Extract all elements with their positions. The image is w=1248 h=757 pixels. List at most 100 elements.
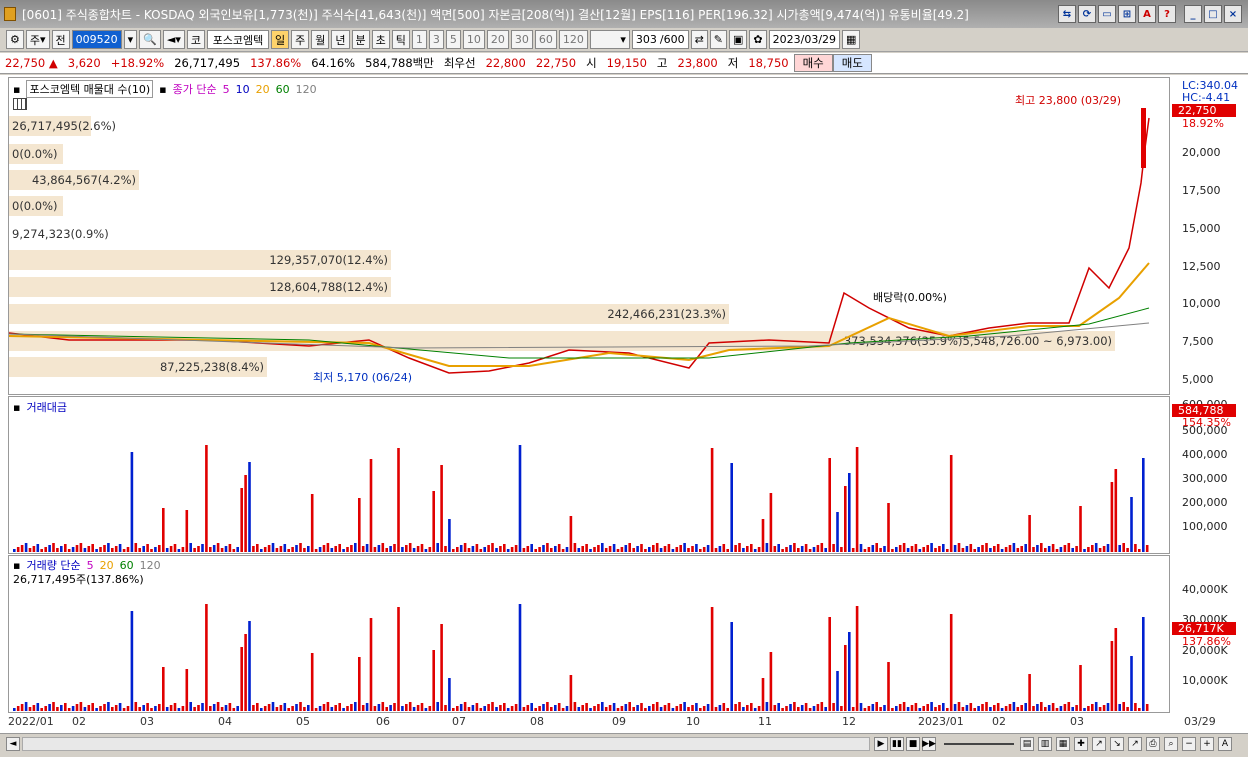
volume-bar xyxy=(314,708,318,711)
trade-value-pane[interactable]: ▪ 거래대금 xyxy=(8,396,1170,554)
prev-button[interactable]: 전 xyxy=(51,30,70,49)
value-bar xyxy=(824,548,827,552)
tab-second[interactable]: 초 xyxy=(371,30,390,49)
volume-bar xyxy=(20,704,24,711)
scroll-left-icon[interactable]: ◄ xyxy=(6,737,20,751)
stock-name[interactable]: 포스코엠텍 xyxy=(207,30,269,49)
layout-icon-3[interactable]: ▦ xyxy=(1056,737,1070,751)
trend-icon-2[interactable]: ↘ xyxy=(1110,737,1124,751)
trend-icon-3[interactable]: ↗ xyxy=(1128,737,1142,751)
pin-icon[interactable]: ⊞ xyxy=(1118,5,1136,23)
tab-week[interactable]: 주 xyxy=(291,30,310,49)
value-bar xyxy=(483,547,486,552)
print-icon[interactable]: ⎙ xyxy=(1146,737,1160,751)
value-bar xyxy=(800,546,804,552)
period-select[interactable]: 주 ▾ xyxy=(25,30,50,49)
scrollbar-track[interactable] xyxy=(22,737,870,751)
buy-button[interactable]: 매수 xyxy=(793,54,833,72)
value-bar xyxy=(820,543,824,552)
maximize-icon[interactable]: □ xyxy=(1204,5,1222,23)
value-bar xyxy=(1102,546,1106,552)
volume-bar xyxy=(663,705,667,711)
volume-bar xyxy=(773,705,777,711)
stock-code-input[interactable]: 009520 xyxy=(71,30,122,49)
volume-bar xyxy=(742,707,745,711)
value-bar xyxy=(565,547,569,552)
settings-icon[interactable]: ⚙ xyxy=(6,30,24,49)
dropdown-icon[interactable]: ▾ xyxy=(123,30,138,49)
layout-icon-2[interactable]: ▥ xyxy=(1038,737,1052,751)
zoom-in-icon[interactable]: + xyxy=(1200,737,1214,751)
sell-button[interactable]: 매도 xyxy=(832,54,872,72)
pause-icon[interactable]: ▮▮ xyxy=(890,737,904,751)
link-icon[interactable]: ⇆ xyxy=(1058,5,1076,23)
compare-icon[interactable]: ✎ xyxy=(709,30,728,49)
volume-bar xyxy=(267,704,271,711)
chart-icon[interactable]: ⇄ xyxy=(690,30,708,49)
volume-bar xyxy=(612,703,616,711)
save-icon[interactable]: ▣ xyxy=(729,30,748,49)
value-bar xyxy=(475,544,479,552)
date-input[interactable]: 2023/03/29 xyxy=(768,30,841,49)
value-bar xyxy=(142,546,145,552)
help-icon[interactable]: ? xyxy=(1158,5,1176,23)
fast-forward-icon[interactable]: ▶▶ xyxy=(922,737,936,751)
calendar-icon[interactable]: ▦ xyxy=(842,30,861,49)
minute-10[interactable]: 10 xyxy=(462,30,485,49)
custom-period-select[interactable]: ▾ xyxy=(589,30,630,49)
window-icon[interactable]: ▭ xyxy=(1098,5,1116,23)
tab-month[interactable]: 월 xyxy=(311,30,330,49)
minute-5[interactable]: 5 xyxy=(445,30,461,49)
font-icon[interactable]: A xyxy=(1138,5,1156,23)
trade-value-chart[interactable] xyxy=(9,397,1169,553)
value-bar xyxy=(510,547,514,552)
volume-pane[interactable]: ▪ 거래량 단순 5 20 60 120 26,717,495주(137.86%… xyxy=(8,555,1170,713)
value-bar xyxy=(424,549,428,552)
minute-1[interactable]: 1 xyxy=(411,30,427,49)
volume-bar xyxy=(781,708,784,711)
value-bar xyxy=(1020,546,1023,552)
volume-chart[interactable] xyxy=(9,556,1169,712)
value-bar xyxy=(263,547,267,552)
zoom-out-icon[interactable]: − xyxy=(1182,737,1196,751)
minimize-icon[interactable]: _ xyxy=(1184,5,1202,23)
price-chart[interactable] xyxy=(9,78,1169,394)
value-bar xyxy=(287,549,290,552)
tab-day[interactable]: 일 xyxy=(271,30,290,49)
tab-year[interactable]: 년 xyxy=(331,30,350,49)
volume-bar xyxy=(114,705,118,711)
volume-bar xyxy=(977,706,980,711)
price-pane[interactable]: ▪ 포스코엠텍 매물대 수(10) ▪ 종가 단순 5 10 20 60 120… xyxy=(8,77,1170,395)
tab-minute[interactable]: 분 xyxy=(351,30,370,49)
volume-bar xyxy=(165,707,169,711)
minute-20[interactable]: 20 xyxy=(486,30,509,49)
close-icon[interactable]: × xyxy=(1224,5,1242,23)
volume-bar xyxy=(48,704,51,711)
value-bar xyxy=(487,545,490,552)
play-icon[interactable]: ▶ xyxy=(874,737,888,751)
minute-60[interactable]: 60 xyxy=(534,30,557,49)
zoom-icon[interactable]: ⌕ xyxy=(1164,737,1178,751)
count-input[interactable]: 303/600 xyxy=(631,30,689,49)
value-bar xyxy=(585,544,588,552)
best-ask: 22,800 xyxy=(485,56,526,70)
minute-3[interactable]: 3 xyxy=(428,30,444,49)
volume-bar xyxy=(926,704,929,711)
stop-icon[interactable]: ■ xyxy=(906,737,920,751)
volume-bar xyxy=(1126,707,1129,711)
volume-bar xyxy=(804,703,808,711)
refresh-icon[interactable]: ⟳ xyxy=(1078,5,1096,23)
minute-30[interactable]: 30 xyxy=(510,30,533,49)
speaker-icon[interactable]: ◄▾ xyxy=(162,30,185,49)
trend-icon-1[interactable]: ↗ xyxy=(1092,737,1106,751)
crosshair-icon[interactable]: ✚ xyxy=(1074,737,1088,751)
search-icon[interactable]: 🔍 xyxy=(139,30,161,49)
minute-120[interactable]: 120 xyxy=(558,30,588,49)
config-icon[interactable]: ✿ xyxy=(749,30,767,49)
tab-tick[interactable]: 틱 xyxy=(391,30,410,49)
font-size-icon[interactable]: A xyxy=(1218,737,1232,751)
value-bar xyxy=(953,545,957,552)
layout-icon-1[interactable]: ▤ xyxy=(1020,737,1034,751)
value-bar xyxy=(593,547,596,552)
zoom-slider[interactable] xyxy=(944,743,1014,745)
